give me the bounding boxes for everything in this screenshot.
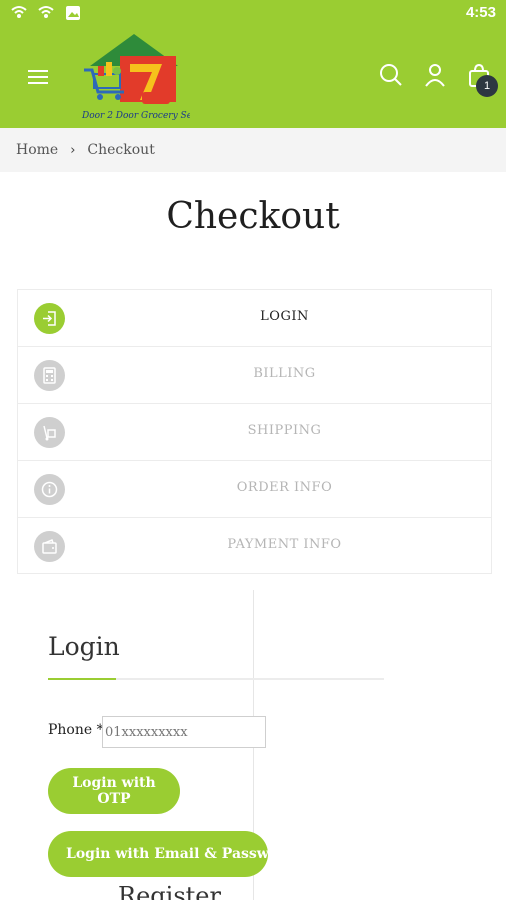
wifi-calling-icon xyxy=(38,6,54,18)
breadcrumb-current: Checkout xyxy=(87,142,155,158)
step-shipping[interactable]: SHIPPING xyxy=(18,404,491,461)
register-heading: Register xyxy=(118,882,221,900)
step-label: ORDER INFO xyxy=(236,480,333,495)
wallet-icon xyxy=(34,531,65,562)
search-icon[interactable] xyxy=(378,62,404,88)
step-label: PAYMENT INFO xyxy=(227,537,342,552)
logo[interactable]: Door 2 Door Grocery Service xyxy=(78,32,190,124)
status-bar: 4:53 xyxy=(0,0,506,28)
menu-icon[interactable] xyxy=(28,66,52,88)
user-icon[interactable] xyxy=(422,62,448,88)
login-otp-button[interactable]: Login with OTP xyxy=(48,768,180,814)
status-icons xyxy=(10,4,82,22)
calculator-icon xyxy=(34,360,65,391)
phone-input[interactable] xyxy=(102,716,266,748)
login-email-password-button[interactable]: Login with Email & Password xyxy=(48,831,295,877)
phone-label: Phone * xyxy=(48,722,104,738)
app-header: Door 2 Door Grocery Service xyxy=(0,28,506,128)
image-icon xyxy=(66,6,80,20)
step-label: BILLING xyxy=(253,366,316,381)
step-label: LOGIN xyxy=(260,309,309,324)
checkout-steps: LOGIN BILLING SHIPPING ORDER INFO PAYMEN… xyxy=(17,289,492,574)
step-payment-info[interactable]: PAYMENT INFO xyxy=(18,518,491,575)
step-label: SHIPPING xyxy=(247,423,322,438)
status-time: 4:53 xyxy=(465,4,496,21)
truck-icon xyxy=(34,417,65,448)
step-order-info[interactable]: ORDER INFO xyxy=(18,461,491,518)
step-billing[interactable]: BILLING xyxy=(18,347,491,404)
info-icon xyxy=(34,474,65,505)
breadcrumb-home-link[interactable]: Home xyxy=(16,142,58,158)
page-title: Checkout xyxy=(166,196,340,237)
step-login[interactable]: LOGIN xyxy=(18,290,491,347)
wifi-calling-icon xyxy=(11,6,27,18)
cart-count-badge[interactable]: 1 xyxy=(476,75,498,97)
login-heading-underline xyxy=(48,678,384,680)
login-icon xyxy=(34,303,65,334)
svg-text:Door 2 Door Grocery Service: Door 2 Door Grocery Service xyxy=(81,111,190,121)
login-heading: Login xyxy=(48,632,120,661)
chevron-right-icon: › xyxy=(70,142,76,158)
breadcrumb: Home › Checkout xyxy=(0,128,506,172)
